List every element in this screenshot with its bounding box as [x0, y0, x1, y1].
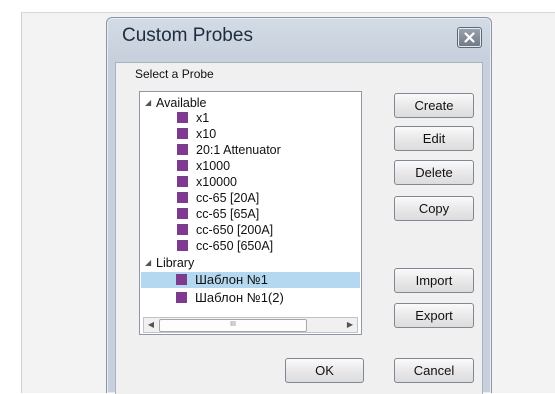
- expanded-triangle-icon[interactable]: ◢: [145, 255, 151, 271]
- probe-marker-icon: [177, 224, 188, 235]
- scroll-left-icon[interactable]: ◀: [144, 318, 158, 332]
- probe-marker-icon: [177, 160, 188, 171]
- close-icon: [464, 32, 475, 43]
- tree-group-label: Library: [156, 256, 195, 270]
- ok-button[interactable]: OK: [285, 358, 364, 383]
- tree-group-available[interactable]: ◢ Available: [145, 95, 207, 111]
- tree-item-label: cc-650 [650A]: [196, 239, 274, 253]
- close-button[interactable]: [457, 27, 482, 48]
- tree-item[interactable]: cc-650 [650A]: [177, 238, 273, 254]
- tree-item[interactable]: cc-65 [65A]: [177, 206, 259, 222]
- expanded-triangle-icon[interactable]: ◢: [145, 95, 151, 111]
- probe-marker-icon: [177, 176, 188, 187]
- tree-item-label: x1000: [196, 159, 231, 173]
- import-button[interactable]: Import: [394, 268, 474, 293]
- tree-group-library[interactable]: ◢ Library: [145, 255, 194, 271]
- export-button[interactable]: Export: [394, 303, 474, 328]
- probe-marker-icon: [177, 128, 188, 139]
- tree-group-label: Available: [156, 96, 207, 110]
- tree-item-label: cc-65 [65A]: [196, 207, 260, 221]
- tree-item-label: x1: [196, 111, 210, 125]
- probe-marker-icon: [177, 112, 188, 123]
- dialog-title: Custom Probes: [122, 25, 253, 46]
- tree-item-label: cc-65 [20A]: [196, 191, 260, 205]
- create-button[interactable]: Create: [394, 93, 474, 118]
- select-probe-label: Select a Probe: [135, 67, 214, 81]
- tree-item[interactable]: x1000: [177, 158, 230, 174]
- tree-item[interactable]: Шаблон №1(2): [176, 290, 284, 306]
- tree-item[interactable]: x10000: [177, 174, 237, 190]
- probe-tree[interactable]: ◢ Available x1 x10 20:1 Attenuator x1000…: [139, 91, 362, 335]
- edit-button[interactable]: Edit: [394, 126, 474, 151]
- tree-item[interactable]: cc-65 [20A]: [177, 190, 259, 206]
- scrollbar-thumb[interactable]: III: [159, 319, 307, 332]
- horizontal-scrollbar[interactable]: ◀ III ▶: [143, 317, 358, 333]
- probe-marker-icon: [177, 144, 188, 155]
- tree-item-selected[interactable]: Шаблон №1: [141, 272, 360, 288]
- probe-marker-icon: [177, 240, 188, 251]
- cancel-button[interactable]: Cancel: [394, 358, 474, 383]
- probe-marker-icon: [176, 292, 187, 303]
- copy-button[interactable]: Copy: [394, 196, 474, 221]
- probe-marker-icon: [177, 192, 188, 203]
- tree-item-label: cc-650 [200A]: [196, 223, 274, 237]
- tree-item[interactable]: x10: [177, 126, 216, 142]
- tree-item-label: x10: [196, 127, 217, 141]
- probe-marker-icon: [177, 208, 188, 219]
- tree-item[interactable]: 20:1 Attenuator: [177, 142, 281, 158]
- tree-item-label: Шаблон №1: [195, 272, 268, 287]
- tree-item[interactable]: x1: [177, 110, 209, 126]
- tree-item-label: 20:1 Attenuator: [196, 143, 281, 157]
- tree-item-label: Шаблон №1(2): [195, 290, 284, 305]
- probe-marker-icon: [176, 274, 187, 285]
- delete-button[interactable]: Delete: [394, 160, 474, 185]
- scroll-right-icon[interactable]: ▶: [343, 318, 357, 332]
- tree-item[interactable]: cc-650 [200A]: [177, 222, 273, 238]
- tree-item-label: x10000: [196, 175, 238, 189]
